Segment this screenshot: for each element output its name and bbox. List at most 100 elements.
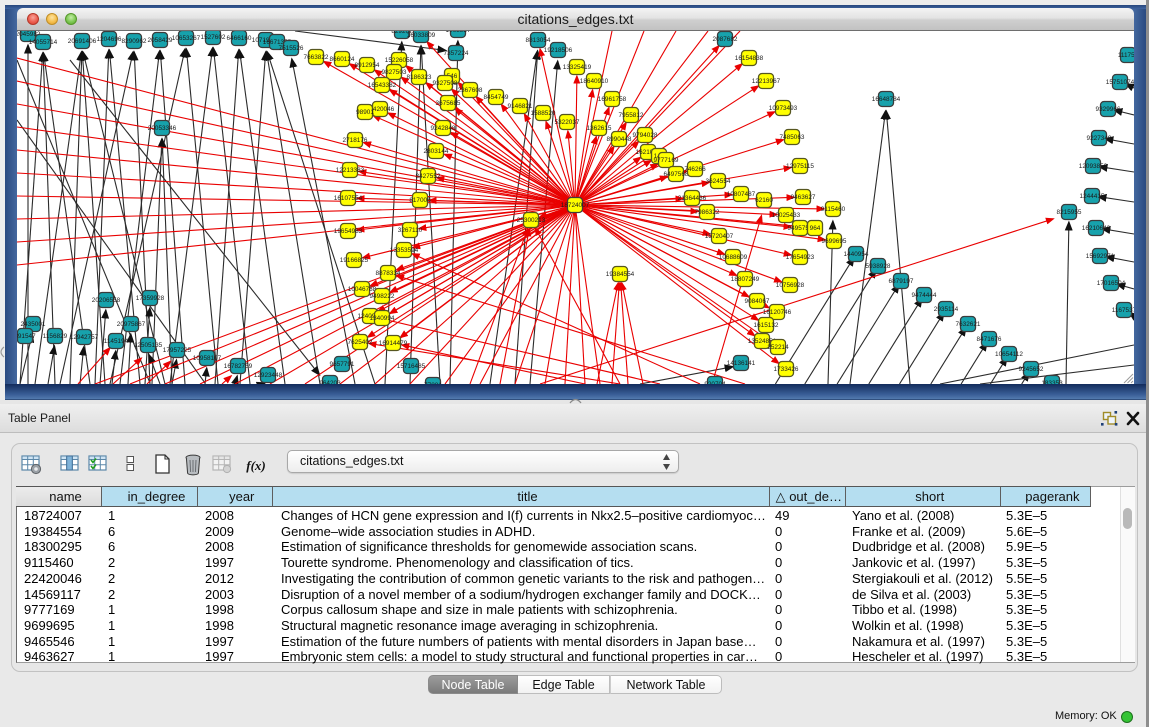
svg-text:10025433: 10025433 [772,212,801,219]
svg-text:9699695: 9699695 [822,238,847,245]
svg-text:1362615: 1362615 [587,125,612,132]
svg-text:16543382: 16543382 [368,82,397,89]
svg-text:15692971: 15692971 [1086,253,1115,260]
svg-text:8186323: 8186323 [407,74,432,81]
svg-text:8215955: 8215955 [1057,209,1082,216]
svg-text:20053346: 20053346 [148,125,177,132]
svg-text:964: 964 [810,225,821,232]
svg-text:1588520: 1588520 [531,110,556,117]
svg-text:5938928: 5938928 [866,263,891,270]
svg-text:1244415: 1244415 [1080,193,1105,200]
svg-text:10654112: 10654112 [995,351,1023,358]
svg-text:16033809: 16033809 [407,32,436,39]
svg-text:8813054: 8813054 [526,37,551,44]
svg-text:21364436: 21364436 [678,195,707,202]
svg-text:391547: 391547 [17,333,36,340]
svg-text:17654923: 17654923 [786,254,815,261]
svg-text:12213383: 12213383 [336,167,365,174]
svg-text:12505135: 12505135 [134,342,163,349]
svg-text:9474444: 9474444 [912,292,937,299]
svg-text:7986322: 7986322 [695,209,720,216]
svg-text:7357224: 7357224 [444,50,469,57]
svg-text:10973493: 10973493 [769,105,798,112]
svg-text:1145194: 1145194 [104,338,129,345]
svg-text:6466160: 6466160 [227,35,252,42]
svg-text:964203: 964203 [319,380,341,384]
svg-text:13353594: 13353594 [390,247,419,254]
svg-text:9242848: 9242848 [431,125,456,132]
svg-text:2803144: 2803144 [424,148,449,155]
svg-text:7663822: 7663822 [304,54,329,61]
svg-text:19166825: 19166825 [340,257,369,264]
svg-text:17016504: 17016504 [1097,280,1126,287]
svg-text:62160: 62160 [755,197,773,204]
svg-text:9329966: 9329966 [1096,106,1121,113]
svg-text:20206558: 20206558 [92,297,121,304]
svg-text:9498222: 9498222 [370,293,395,300]
svg-text:7625402: 7625402 [348,339,373,346]
svg-text:77881: 77881 [424,382,442,384]
svg-text:111753: 111753 [1118,52,1134,59]
svg-text:16154838: 16154838 [735,55,764,62]
svg-text:15716485: 15716485 [397,363,426,370]
svg-text:920704: 920704 [704,381,726,384]
svg-text:16961758: 16961758 [598,96,627,103]
svg-text:8454749: 8454749 [484,94,509,101]
svg-text:2087682: 2087682 [713,36,738,43]
svg-text:25300213: 25300213 [517,217,546,224]
svg-text:183353: 183353 [1041,380,1063,384]
svg-text:17359928: 17359928 [136,295,165,302]
svg-text:17957225: 17957225 [163,347,192,354]
svg-text:13325419: 13325419 [563,64,592,71]
svg-text:9245652: 9245652 [1019,366,1044,373]
svg-text:14055714: 14055714 [29,39,58,46]
svg-text:7955812: 7955812 [619,112,644,119]
svg-text:16782759: 16782759 [224,363,253,370]
svg-text:16120746: 16120746 [763,309,792,316]
svg-text:1733426: 1733426 [774,366,799,373]
svg-text:1615132: 1615132 [754,322,779,329]
svg-text:10653267: 10653267 [172,35,201,42]
svg-text:8427552: 8427552 [416,173,441,180]
svg-text:6879197: 6879197 [889,278,914,285]
svg-text:2058429: 2058429 [148,37,173,44]
svg-text:9227349: 9227349 [1087,135,1112,142]
svg-text:1340994: 1340994 [370,315,395,322]
svg-text:16914479: 16914479 [379,340,408,347]
svg-text:15720407: 15720407 [705,233,734,240]
svg-text:9327508: 9327508 [433,80,458,87]
svg-text:9657791: 9657791 [330,361,355,368]
svg-text:12975115: 12975115 [786,163,814,170]
svg-text:9827503: 9827503 [382,69,407,76]
svg-text:1440954: 1440954 [844,251,869,258]
svg-text:3675685: 3675685 [436,100,461,107]
svg-text:2367608: 2367608 [458,87,483,94]
svg-text:14136141: 14136141 [727,360,756,367]
svg-text:8912954: 8912954 [355,62,380,69]
svg-text:19384554: 19384554 [606,271,635,278]
svg-text:2935114: 2935114 [934,306,959,313]
svg-text:1204696: 1204696 [97,36,122,43]
svg-text:20975867: 20975867 [117,321,146,328]
svg-text:12923448: 12923448 [254,372,283,379]
svg-text:12213967: 12213967 [752,78,781,85]
svg-text:16107554: 16107554 [334,195,363,202]
svg-text:9777169: 9777169 [654,157,679,164]
svg-text:7515526: 7515526 [279,45,304,52]
svg-text:10807487: 10807487 [727,191,756,198]
svg-text:18807249: 18807249 [731,276,760,283]
svg-text:18640910: 18640910 [580,78,609,85]
svg-text:1527602: 1527602 [201,34,226,41]
svg-text:19654983: 19654983 [334,228,363,235]
svg-text:16648784: 16648784 [872,96,901,103]
svg-text:7485063: 7485063 [780,134,805,141]
svg-text:9146821: 9146821 [508,103,533,110]
svg-text:8990448: 8990448 [607,136,632,143]
svg-text:7632621: 7632621 [956,321,981,328]
svg-text:10046788: 10046788 [348,286,377,293]
svg-text:98901: 98901 [356,109,374,116]
svg-text:1065327: 1065327 [446,31,471,34]
svg-text:2718176: 2718176 [343,137,368,144]
svg-text:15226058: 15226058 [385,57,414,64]
svg-text:10688609: 10688609 [719,254,748,261]
